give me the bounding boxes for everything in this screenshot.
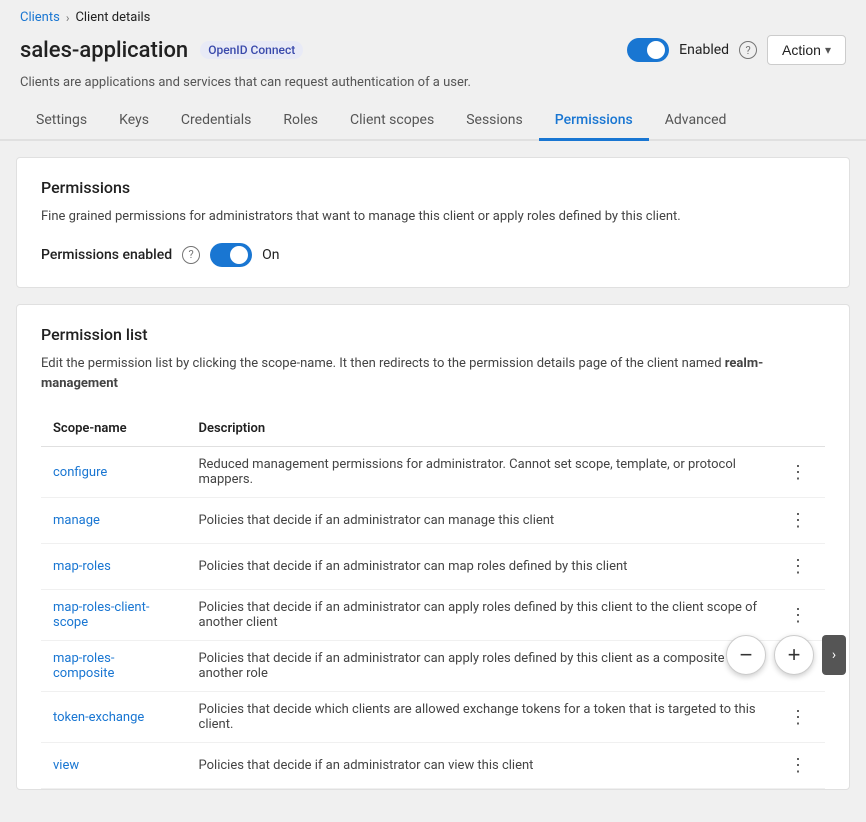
help-icon[interactable]: ? <box>739 41 757 59</box>
table-row: map-roles-client-scopePolicies that deci… <box>41 590 825 641</box>
table-row: viewPolicies that decide if an administr… <box>41 743 825 789</box>
kebab-menu-button[interactable]: ⋮ <box>783 460 813 485</box>
page-subtitle: Clients are applications and services th… <box>0 75 866 102</box>
table-row: token-exchangePolicies that decide which… <box>41 692 825 743</box>
plus-icon: + <box>788 642 801 668</box>
zoom-in-button[interactable]: + <box>774 635 814 675</box>
kebab-menu-button[interactable]: ⋮ <box>783 705 813 730</box>
tab-credentials[interactable]: Credentials <box>165 102 267 141</box>
tab-settings[interactable]: Settings <box>20 102 103 141</box>
description-cell: Policies that decide which clients are a… <box>187 692 771 743</box>
tab-advanced[interactable]: Advanced <box>649 102 743 141</box>
table-row: map-rolesPolicies that decide if an admi… <box>41 544 825 590</box>
description-cell: Policies that decide if an administrator… <box>187 498 771 544</box>
kebab-menu-button[interactable]: ⋮ <box>783 508 813 533</box>
permissions-toggle[interactable] <box>210 243 252 267</box>
table-row: managePolicies that decide if an adminis… <box>41 498 825 544</box>
kebab-menu-button[interactable]: ⋮ <box>783 554 813 579</box>
tab-permissions[interactable]: Permissions <box>539 102 649 141</box>
tab-roles[interactable]: Roles <box>267 102 334 141</box>
permission-list-title: Permission list <box>41 325 825 344</box>
zoom-out-button[interactable]: − <box>726 635 766 675</box>
side-chevron-icon: › <box>832 647 836 663</box>
kebab-menu-button[interactable]: ⋮ <box>783 753 813 778</box>
page-title: sales-application <box>20 38 188 63</box>
scope-name-cell[interactable]: manage <box>41 498 187 544</box>
permissions-help-icon[interactable]: ? <box>182 246 200 264</box>
permission-list-card: Permission list Edit the permission list… <box>16 304 850 791</box>
permissions-on-label: On <box>262 247 279 263</box>
scope-name-cell[interactable]: token-exchange <box>41 692 187 743</box>
breadcrumb-current: Client details <box>75 10 150 25</box>
kebab-menu-button[interactable]: ⋮ <box>783 603 813 628</box>
permission-list-desc: Edit the permission list by clicking the… <box>41 354 825 396</box>
header-right: Enabled ? Action ▾ <box>627 35 846 65</box>
permissions-card-title: Permissions <box>41 178 825 197</box>
permission-table: Scope-name Description configureReduced … <box>41 411 825 789</box>
table-row: configureReduced management permissions … <box>41 447 825 498</box>
zoom-controls: − + › <box>726 635 846 675</box>
scope-name-cell[interactable]: map-roles <box>41 544 187 590</box>
permissions-card-desc: Fine grained permissions for administrat… <box>41 207 825 227</box>
scope-name-cell[interactable]: view <box>41 743 187 789</box>
chevron-down-icon: ▾ <box>825 43 831 57</box>
description-cell: Policies that decide if an administrator… <box>187 743 771 789</box>
permissions-enabled-row: Permissions enabled ? On <box>41 243 825 267</box>
description-cell: Policies that decide if an administrator… <box>187 544 771 590</box>
main-content: Permissions Fine grained permissions for… <box>0 141 866 822</box>
enabled-label: Enabled <box>679 42 729 58</box>
enabled-toggle[interactable] <box>627 38 669 62</box>
minus-icon: − <box>740 642 753 668</box>
tab-sessions[interactable]: Sessions <box>450 102 539 141</box>
permissions-card: Permissions Fine grained permissions for… <box>16 157 850 288</box>
description-cell: Policies that decide if an administrator… <box>187 641 771 692</box>
action-button[interactable]: Action ▾ <box>767 35 846 65</box>
tab-keys[interactable]: Keys <box>103 102 165 141</box>
scope-name-cell[interactable]: map-roles-composite <box>41 641 187 692</box>
description-cell: Reduced management permissions for admin… <box>187 447 771 498</box>
page-header: sales-application OpenID Connect Enabled… <box>0 31 866 75</box>
tabs-bar: Settings Keys Credentials Roles Client s… <box>0 102 866 141</box>
permissions-enabled-label: Permissions enabled <box>41 247 172 263</box>
clients-breadcrumb-link[interactable]: Clients <box>20 10 60 25</box>
zoom-side-button[interactable]: › <box>822 635 846 675</box>
tab-client-scopes[interactable]: Client scopes <box>334 102 450 141</box>
scope-name-cell[interactable]: map-roles-client-scope <box>41 590 187 641</box>
table-row: map-roles-compositePolicies that decide … <box>41 641 825 692</box>
col-description: Description <box>187 411 771 447</box>
openid-connect-badge: OpenID Connect <box>200 41 303 59</box>
description-cell: Policies that decide if an administrator… <box>187 590 771 641</box>
scope-name-cell[interactable]: configure <box>41 447 187 498</box>
col-scope-name: Scope-name <box>41 411 187 447</box>
breadcrumb: Clients › Client details <box>0 0 866 31</box>
breadcrumb-separator: › <box>66 11 70 25</box>
